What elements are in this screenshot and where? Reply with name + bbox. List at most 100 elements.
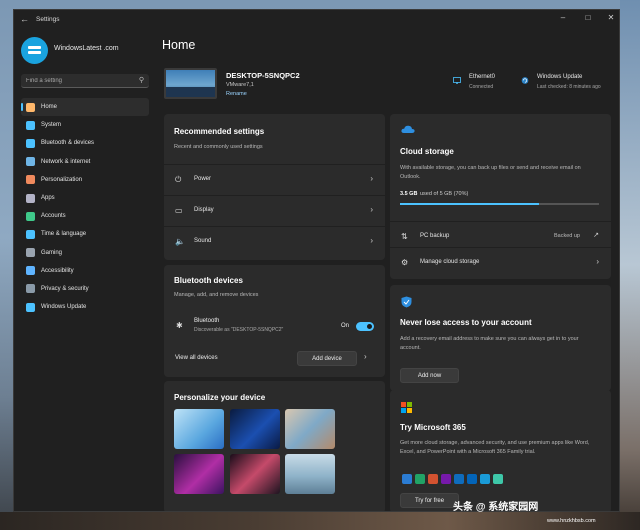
chevron-right-icon: › (370, 174, 373, 183)
storage-used-amount: 3.5 GB (400, 191, 418, 197)
rename-link[interactable]: Rename (226, 91, 247, 97)
sidebar-item-time-language[interactable]: Time & language (21, 225, 149, 243)
row-label: Power (194, 176, 212, 182)
windows-update-status-title[interactable]: Windows Update (537, 74, 582, 80)
cloud-storage-description: With available storage, you can back up … (400, 165, 581, 180)
sidebar-item-label: Personalization (41, 176, 83, 183)
sidebar-item-gaming[interactable]: Gaming (21, 244, 149, 262)
add-now-button[interactable]: Add now (400, 368, 459, 383)
sidebar-item-label: Accessibility (41, 267, 74, 274)
update-icon (26, 302, 35, 312)
sidebar-item-label: Accounts (41, 213, 66, 220)
view-all-devices-link[interactable]: View all devices (175, 355, 218, 361)
page-title: Home (162, 38, 196, 52)
bluetooth-toggle[interactable] (356, 322, 374, 331)
search-box[interactable]: ⚲ (21, 74, 149, 88)
sidebar-item-windows-update[interactable]: Windows Update (21, 298, 149, 316)
personalize-card: Personalize your device (164, 381, 385, 511)
power-icon: ⏻ (175, 175, 182, 184)
microsoft-365-card: Try Microsoft 365 Get more cloud storage… (390, 390, 611, 511)
security-description: Add a recovery email address to make sur… (400, 336, 579, 351)
try-for-free-button[interactable]: Try for free (400, 493, 459, 508)
sidebar-item-label: Gaming (41, 249, 63, 256)
search-input[interactable] (26, 76, 131, 86)
sidebar-item-personalization[interactable]: Personalization (21, 171, 149, 189)
row-label: Manage cloud storage (420, 259, 480, 265)
shield-icon (26, 284, 35, 294)
m365-app-icon (493, 474, 503, 484)
wallpaper-theme-3[interactable] (285, 409, 335, 449)
wallpaper-theme-4[interactable] (174, 454, 224, 494)
sidebar-item-label: Home (41, 104, 58, 111)
m365-description: Get more cloud storage, advanced securit… (400, 440, 590, 455)
manage-cloud-storage-row[interactable]: ⚙ Manage cloud storage › (390, 247, 611, 276)
bluetooth-devices-card: Bluetooth devices Manage, add, and remov… (164, 265, 385, 377)
row-label: Sound (194, 238, 212, 244)
wifi-icon (26, 157, 35, 167)
back-arrow-icon[interactable]: ← (20, 14, 29, 24)
sidebar-item-home[interactable]: Home (21, 98, 149, 117)
wallpaper-theme-6[interactable] (285, 454, 335, 494)
profile-name: WindowsLatest .com (54, 45, 119, 52)
sidebar-item-system[interactable]: System (21, 116, 149, 134)
gamepad-icon (26, 248, 35, 258)
chevron-right-icon: › (370, 236, 373, 245)
sidebar-item-network-internet[interactable]: Network & internet (21, 153, 149, 171)
sidebar-item-accessibility[interactable]: Accessibility (21, 262, 149, 280)
person-icon (26, 211, 35, 221)
avatar[interactable] (21, 37, 48, 64)
sidebar-item-bluetooth-devices[interactable]: Bluetooth & devices (21, 134, 149, 152)
ethernet-status-title[interactable]: Ethernet0 (469, 74, 495, 80)
settings-row-display[interactable]: ▭ Display › (164, 195, 385, 224)
monitor-icon (26, 120, 35, 130)
add-device-button[interactable]: Add device (297, 351, 357, 366)
brush-icon (26, 175, 35, 185)
cloud-storage-card: Cloud storage With available storage, yo… (390, 114, 611, 279)
backup-icon: ⇅ (401, 232, 408, 241)
close-button[interactable]: ✕ (604, 13, 618, 22)
bluetooth-item-subtitle: Discoverable as "DESKTOP-5SNQPC2" (194, 327, 284, 333)
storage-progress-fill (400, 203, 540, 205)
globe-clock-icon (26, 229, 35, 239)
minimize-button[interactable]: – (556, 13, 570, 22)
device-model: VMware7,1 (226, 82, 254, 88)
apps-icon (26, 193, 35, 203)
row-label: Display (194, 207, 214, 213)
cloud-storage-title: Cloud storage (400, 147, 454, 156)
ethernet-icon (453, 77, 461, 84)
sidebar-item-apps[interactable]: Apps (21, 189, 149, 207)
ethernet-status-sub: Connected (469, 84, 494, 90)
settings-row-power[interactable]: ⏻ Power › (164, 164, 385, 193)
m365-app-icon (480, 474, 490, 484)
watermark-url: www.hnzkhbsb.com (547, 518, 596, 524)
backup-status: Backed up (554, 233, 580, 239)
watermark-text: 头条 @ 系统家园网 (453, 502, 539, 513)
chevron-right-icon[interactable]: › (364, 352, 367, 361)
desktop-wallpaper-edge (620, 0, 640, 530)
search-icon[interactable]: ⚲ (139, 76, 144, 84)
external-link-icon: ↗ (593, 232, 599, 239)
shield-icon (401, 296, 412, 308)
window-title: Settings (36, 16, 60, 23)
sidebar-item-label: Windows Update (41, 304, 87, 311)
title-bar: ← Settings – □ ✕ (14, 10, 619, 30)
sidebar-item-accounts[interactable]: Accounts (21, 207, 149, 225)
chevron-right-icon: › (370, 205, 373, 214)
settings-row-sound[interactable]: 🔈 Sound › (164, 226, 385, 255)
speaker-icon: 🔈 (175, 237, 185, 246)
wallpaper-theme-5[interactable] (230, 454, 280, 494)
microsoft-logo-icon (401, 402, 412, 413)
chevron-right-icon: › (596, 257, 599, 266)
security-title: Never lose access to your account (400, 318, 532, 327)
wallpaper-theme-2[interactable] (230, 409, 280, 449)
maximize-button[interactable]: □ (581, 13, 595, 22)
windows-update-status-sub: Last checked: 8 minutes ago (537, 84, 601, 90)
pc-backup-row[interactable]: ⇅ PC backup Backed up ↗ (390, 221, 611, 250)
m365-app-icon (467, 474, 477, 484)
update-icon (521, 77, 529, 84)
storage-usage-text: used of 5 GB (70%) (420, 191, 469, 197)
sidebar-item-privacy-security[interactable]: Privacy & security (21, 280, 149, 298)
bluetooth-icon: ✱ (176, 321, 183, 330)
account-security-card: Never lose access to your account Add a … (390, 285, 611, 391)
wallpaper-theme-1[interactable] (174, 409, 224, 449)
